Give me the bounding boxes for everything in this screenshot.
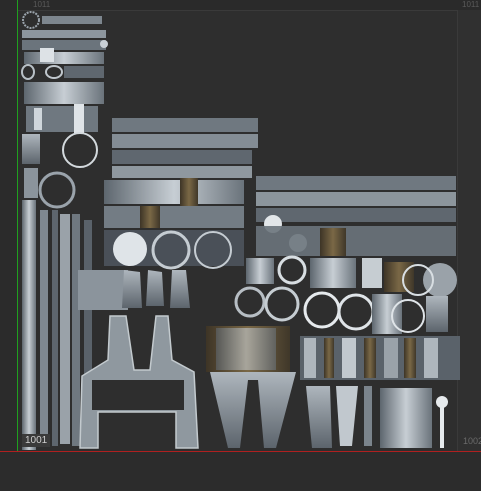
tile-label-top: 1011 xyxy=(33,0,51,9)
v-axis-line xyxy=(17,0,18,451)
uv-editor-viewport[interactable]: 1011 1011 1001 1002 xyxy=(0,0,481,491)
uv-islands xyxy=(21,11,460,450)
tile-label-right: 1002 xyxy=(463,436,481,446)
empty-space-below-uv xyxy=(0,452,481,491)
tile-label: 1001 xyxy=(22,434,51,447)
tile-label-top-right: 1011 xyxy=(462,0,480,9)
